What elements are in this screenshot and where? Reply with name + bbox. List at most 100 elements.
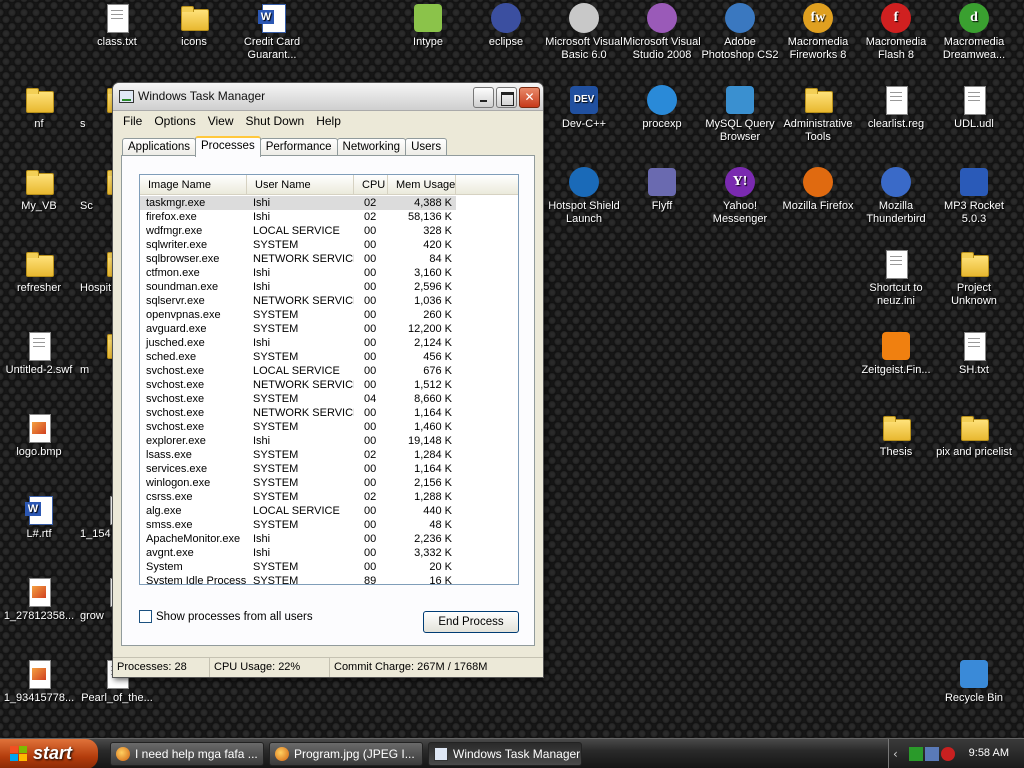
column-mem-usage[interactable]: Mem Usage [388,175,456,194]
desktop-icon[interactable]: clearlist.reg [857,84,935,131]
start-button[interactable]: start [0,739,98,768]
desktop-icon[interactable]: Recycle Bin [935,658,1013,705]
task-manager-window[interactable]: Windows Task Manager ✕ File Options View… [112,82,544,678]
column-user-name[interactable]: User Name [247,175,354,194]
taskbar-item-firefox-program[interactable]: Program.jpg (JPEG I... [269,742,423,766]
column-image-name[interactable]: Image Name [140,175,247,194]
desktop-icon[interactable]: SH.txt [935,330,1013,377]
table-row[interactable]: wdfmgr.exe LOCAL SERVICE 00 328 K [140,224,518,238]
desktop-icon[interactable]: 1_154 [80,494,114,541]
maximize-button[interactable] [496,87,517,108]
column-cpu[interactable]: CPU [354,175,388,194]
desktop-icon[interactable]: f Macromedia Flash 8 [857,2,935,62]
tab-applications[interactable]: Applications [122,138,197,156]
desktop-icon[interactable]: Adobe Photoshop CS2 [701,2,779,62]
desktop-icon[interactable]: My_VB [0,166,78,213]
table-row[interactable]: taskmgr.exe Ishi 02 4,388 K [140,196,456,210]
table-row[interactable]: ApacheMonitor.exe Ishi 00 2,236 K [140,532,518,546]
close-button[interactable]: ✕ [519,87,540,108]
desktop-icon[interactable]: procexp [623,84,701,131]
desktop-icon[interactable]: MP3 Rocket 5.0.3 [935,166,1013,226]
table-row[interactable]: lsass.exe SYSTEM 02 1,284 K [140,448,518,462]
menu-file[interactable]: File [117,111,148,131]
table-row[interactable]: csrss.exe SYSTEM 02 1,288 K [140,490,518,504]
desktop-icon[interactable]: Untitled-2.swf [0,330,78,377]
desktop-icon[interactable]: d Macromedia Dreamwea... [935,2,1013,62]
desktop-icon[interactable]: Zeitgeist.Fin... [857,330,935,377]
table-row[interactable]: ctfmon.exe Ishi 00 3,160 K [140,266,518,280]
title-bar[interactable]: Windows Task Manager ✕ [113,83,543,111]
table-row[interactable]: alg.exe LOCAL SERVICE 00 440 K [140,504,518,518]
table-row[interactable]: svchost.exe LOCAL SERVICE 00 676 K [140,364,518,378]
clock[interactable]: 9:58 AM [969,747,1009,759]
table-row[interactable]: svchost.exe NETWORK SERVICE 00 1,164 K [140,406,518,420]
menu-shut-down[interactable]: Shut Down [240,111,311,131]
table-row[interactable]: svchost.exe NETWORK SERVICE 00 1,512 K [140,378,518,392]
desktop-icon[interactable]: Microsoft Visual Basic 6.0 [545,2,623,62]
desktop-icon[interactable]: grow [80,576,114,623]
end-process-button[interactable]: End Process [423,611,519,633]
menu-view[interactable]: View [202,111,240,131]
desktop-icon[interactable]: m [80,330,114,377]
desktop-icon[interactable]: Intype [389,2,467,49]
desktop-icon[interactable]: Project Unknown [935,248,1013,308]
desktop-icon[interactable]: 1_93415778... [0,658,78,705]
table-row[interactable]: smss.exe SYSTEM 00 48 K [140,518,518,532]
desktop-icon[interactable]: pix and pricelist [935,412,1013,459]
table-row[interactable]: sqlwriter.exe SYSTEM 00 420 K [140,238,518,252]
desktop-icon[interactable]: Hospit [80,248,114,295]
table-row[interactable]: sqlbrowser.exe NETWORK SERVICE 00 84 K [140,252,518,266]
tray-expand-icon[interactable]: ‹ [893,747,907,761]
table-row[interactable]: svchost.exe SYSTEM 00 1,460 K [140,420,518,434]
menu-help[interactable]: Help [310,111,347,131]
table-row[interactable]: System SYSTEM 00 20 K [140,560,518,574]
table-row[interactable]: explorer.exe Ishi 00 19,148 K [140,434,518,448]
table-row[interactable]: openvpnas.exe SYSTEM 00 260 K [140,308,518,322]
desktop-icon[interactable]: Mozilla Firefox [779,166,857,213]
desktop-icon[interactable]: Shortcut to neuz.ini [857,248,935,308]
process-list[interactable]: Image Name User Name CPU Mem Usage taskm… [139,174,519,585]
table-row[interactable]: firefox.exe Ishi 02 58,136 K [140,210,518,224]
table-row[interactable]: sched.exe SYSTEM 00 456 K [140,350,518,364]
desktop-icon[interactable]: Microsoft Visual Studio 2008 [623,2,701,62]
menu-options[interactable]: Options [148,111,201,131]
desktop-icon[interactable]: icons [155,2,233,49]
desktop-icon[interactable]: logo.bmp [0,412,78,459]
desktop-icon[interactable]: Flyff [623,166,701,213]
desktop-icon[interactable]: fw Macromedia Fireworks 8 [779,2,857,62]
desktop-icon[interactable]: MySQL Query Browser [701,84,779,144]
taskbar-item-task-manager[interactable]: Windows Task Manager [428,742,582,766]
desktop-icon[interactable]: Credit Card Guarant... [233,2,311,62]
table-row[interactable]: System Idle Process SYSTEM 89 16 K [140,574,518,584]
desktop-icon[interactable]: Y! Yahoo! Messenger [701,166,779,226]
tray-antivirus-icon[interactable] [941,747,955,761]
table-row[interactable]: winlogon.exe SYSTEM 00 2,156 K [140,476,518,490]
desktop-icon[interactable]: Administrative Tools [779,84,857,144]
tray-monitor-icon[interactable] [925,747,939,761]
desktop-icon[interactable]: L#.rtf [0,494,78,541]
show-all-processes-checkbox[interactable] [139,610,152,623]
desktop-icon[interactable]: Thesis [857,412,935,459]
desktop-icon[interactable]: class.txt [78,2,156,49]
desktop-icon[interactable]: UDL.udl [935,84,1013,131]
desktop-icon[interactable]: s [80,84,114,131]
desktop-icon[interactable]: Hotspot Shield Launch [545,166,623,226]
table-row[interactable]: sqlservr.exe NETWORK SERVICE 00 1,036 K [140,294,518,308]
desktop-icon[interactable]: Mozilla Thunderbird [857,166,935,226]
show-all-processes[interactable]: Show processes from all users [139,610,313,623]
table-row[interactable]: avguard.exe SYSTEM 00 12,200 K [140,322,518,336]
tab-performance[interactable]: Performance [259,138,338,156]
desktop-icon[interactable]: DEV Dev-C++ [545,84,623,131]
tray-network-icon[interactable] [909,747,923,761]
tab-users[interactable]: Users [405,138,448,156]
table-row[interactable]: soundman.exe Ishi 00 2,596 K [140,280,518,294]
desktop-icon[interactable]: nf [0,84,78,131]
tab-processes[interactable]: Processes [195,136,261,157]
desktop-icon[interactable]: 1_27812358... [0,576,78,623]
desktop-icon[interactable]: refresher [0,248,78,295]
taskbar-item-firefox-help[interactable]: I need help mga fafa ... [110,742,264,766]
table-row[interactable]: services.exe SYSTEM 00 1,164 K [140,462,518,476]
minimize-button[interactable] [473,87,494,108]
desktop-icon[interactable]: eclipse [467,2,545,49]
table-row[interactable]: avgnt.exe Ishi 00 3,332 K [140,546,518,560]
